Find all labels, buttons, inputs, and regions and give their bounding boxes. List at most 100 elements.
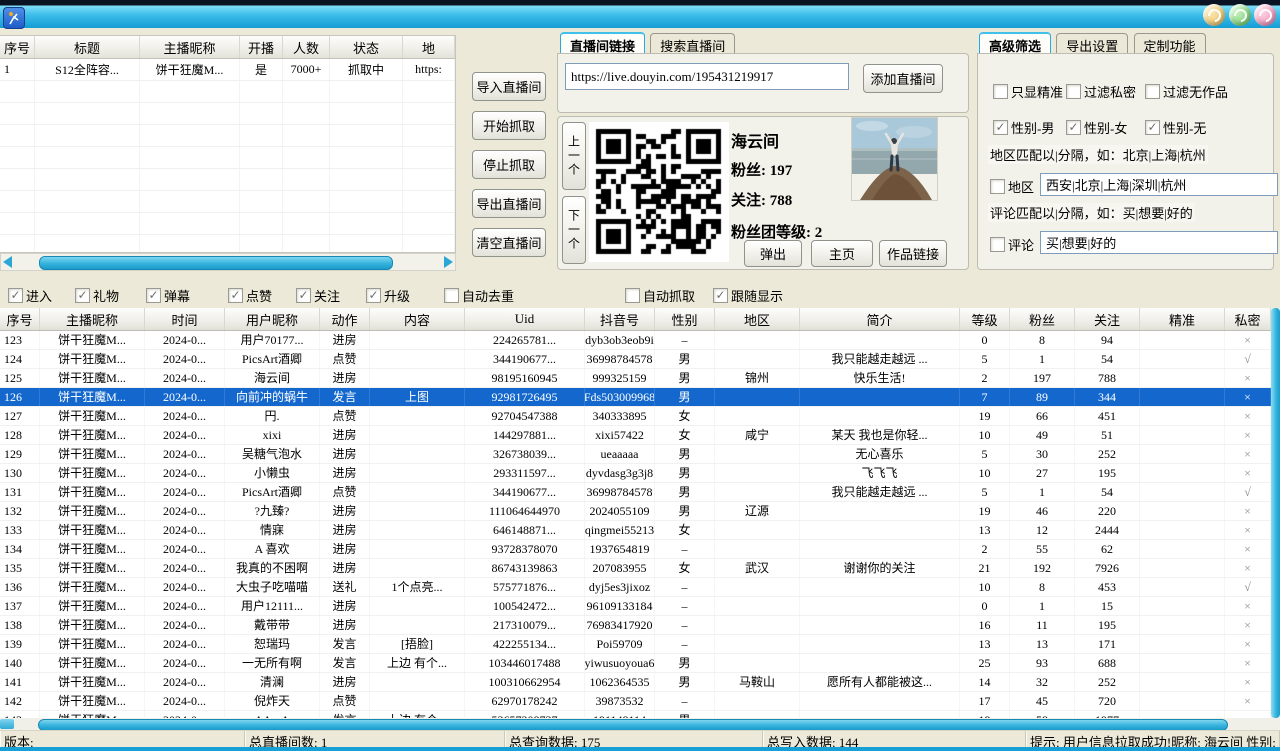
start-capture-button[interactable]: 开始抓取 xyxy=(472,111,546,140)
capture-column-header[interactable]: Uid xyxy=(465,308,585,330)
capture-table-row[interactable]: 140饼干狂魔M...2024-0...一无所有啊发言上边 有个...10344… xyxy=(0,654,1271,673)
capture-cell: √ xyxy=(1225,483,1271,501)
rooms-column-header[interactable]: 地 xyxy=(403,36,455,58)
checkbox-enter[interactable]: 进入 xyxy=(8,286,52,305)
rooms-empty-row xyxy=(0,213,455,235)
capture-column-header[interactable]: 精准 xyxy=(1140,308,1225,330)
qr-code xyxy=(589,122,729,262)
capture-column-header[interactable]: 主播昵称 xyxy=(40,308,145,330)
prev-button[interactable]: 上一个 xyxy=(562,122,586,190)
rooms-column-header[interactable]: 主播昵称 xyxy=(140,36,240,58)
vertical-scrollbar-thumb[interactable] xyxy=(1271,308,1280,718)
tab-export-settings[interactable]: 导出设置 xyxy=(1056,33,1128,55)
capture-table-row[interactable]: 135饼干狂魔M...2024-0...我真的不困啊进房867431398632… xyxy=(0,559,1271,578)
add-room-button[interactable]: 添加直播间 xyxy=(863,64,943,93)
room-url-input[interactable] xyxy=(565,63,849,90)
capture-table-row[interactable]: 138饼干狂魔M...2024-0...戴带带进房217310079...769… xyxy=(0,616,1271,635)
capture-cell: 辽源 xyxy=(715,502,800,520)
capture-column-header[interactable]: 时间 xyxy=(145,308,225,330)
capture-cell: 进房 xyxy=(320,540,370,558)
rooms-column-header[interactable]: 人数 xyxy=(283,36,330,58)
checkbox-gender-female[interactable]: 性别-女 xyxy=(1066,118,1127,137)
capture-table-row[interactable]: 137饼干狂魔M...2024-0...用户12111...进房10054247… xyxy=(0,597,1271,616)
popup-button[interactable]: 弹出 xyxy=(744,240,802,267)
checkbox-comment[interactable]: 评论 xyxy=(990,235,1034,254)
rooms-column-header[interactable]: 开播 xyxy=(240,36,283,58)
capture-column-header[interactable]: 内容 xyxy=(370,308,465,330)
capture-table-row[interactable]: 124饼干狂魔M...2024-0...PicsArt酒卿点赞344190677… xyxy=(0,350,1271,369)
capture-column-header[interactable]: 私密 xyxy=(1225,308,1271,330)
capture-column-header[interactable]: 用户昵称 xyxy=(225,308,320,330)
capture-cell: 207083955 xyxy=(585,559,655,577)
checkbox-filter-no-works[interactable]: 过滤无作品 xyxy=(1145,82,1228,101)
next-button[interactable]: 下一个 xyxy=(562,196,586,264)
scrollbar-stub[interactable] xyxy=(0,719,14,729)
checkbox-levelup[interactable]: 升级 xyxy=(366,286,410,305)
capture-column-header[interactable]: 简介 xyxy=(800,308,960,330)
capture-table-row[interactable]: 141饼干狂魔M...2024-0...清澜进房1003106629541062… xyxy=(0,673,1271,692)
tab-advanced-filter[interactable]: 高级筛选 xyxy=(979,32,1051,55)
capture-column-header[interactable]: 地区 xyxy=(715,308,800,330)
capture-cell xyxy=(370,597,465,615)
capture-column-header[interactable]: 动作 xyxy=(320,308,370,330)
rooms-column-header[interactable]: 标题 xyxy=(35,36,140,58)
checkbox-region[interactable]: 地区 xyxy=(990,177,1034,196)
capture-table-row[interactable]: 127饼干狂魔M...2024-0...円.点赞9270454738834033… xyxy=(0,407,1271,426)
capture-table-row[interactable]: 143饼干狂魔M...2024-0...AAssA发言上边 有个...53657… xyxy=(0,711,1271,718)
capture-column-header[interactable]: 性别 xyxy=(655,308,715,330)
capture-cell: 62970178242 xyxy=(465,692,585,710)
scroll-left-icon[interactable] xyxy=(3,256,12,268)
capture-column-header[interactable]: 等级 xyxy=(960,308,1010,330)
capture-cell: 马鞍山 xyxy=(715,673,800,691)
maximize-button[interactable] xyxy=(1229,4,1251,26)
capture-table-row[interactable]: 132饼干狂魔M...2024-0...?九臻?进房11106464497020… xyxy=(0,502,1271,521)
checkbox-gender-none[interactable]: 性别-无 xyxy=(1145,118,1206,137)
works-link-button[interactable]: 作品链接 xyxy=(879,240,947,267)
checkbox-dedup[interactable]: 自动去重 xyxy=(444,286,514,305)
capture-column-header[interactable]: 抖音号 xyxy=(585,308,655,330)
checkbox-gender-male[interactable]: 性别-男 xyxy=(993,118,1054,137)
capture-table-row[interactable]: 133饼干狂魔M...2024-0...情寐进房646148871...qing… xyxy=(0,521,1271,540)
capture-table-row[interactable]: 134饼干狂魔M...2024-0...A 喜欢进房93728378070193… xyxy=(0,540,1271,559)
minimize-button[interactable] xyxy=(1203,4,1225,26)
import-rooms-button[interactable]: 导入直播间 xyxy=(472,72,546,101)
capture-column-header[interactable]: 粉丝 xyxy=(1010,308,1075,330)
checkbox-autocapture[interactable]: 自动抓取 xyxy=(625,286,695,305)
tab-live-room-link[interactable]: 直播间链接 xyxy=(560,32,645,55)
rooms-column-header[interactable]: 状态 xyxy=(330,36,403,58)
checkbox-show-precise-only[interactable]: 只显精准 xyxy=(993,82,1063,101)
capture-column-header[interactable]: 序号 xyxy=(0,308,40,330)
checkbox-like[interactable]: 点赞 xyxy=(228,286,272,305)
capture-table-row[interactable]: 130饼干狂魔M...2024-0...小懒虫进房293311597...dyv… xyxy=(0,464,1271,483)
capture-cell: ueaaaaa xyxy=(585,445,655,463)
rooms-table-row[interactable]: 1S12全阵容...饼干狂魔M...是7000+抓取中https: xyxy=(0,59,455,81)
close-button[interactable] xyxy=(1254,4,1276,26)
scroll-right-icon[interactable] xyxy=(444,256,453,268)
capture-table-row[interactable]: 126饼干狂魔M...2024-0...向前冲的蜗牛发言上图9298172649… xyxy=(0,388,1271,407)
tab-custom-features[interactable]: 定制功能 xyxy=(1134,33,1206,55)
capture-table-row[interactable]: 131饼干狂魔M...2024-0...PicsArt酒卿点赞344190677… xyxy=(0,483,1271,502)
capture-table-row[interactable]: 136饼干狂魔M...2024-0...大虫子吃喵喵送礼1个点亮...57577… xyxy=(0,578,1271,597)
capture-table-row[interactable]: 125饼干狂魔M...2024-0...海云间进房981951609459993… xyxy=(0,369,1271,388)
clear-rooms-button[interactable]: 清空直播间 xyxy=(472,228,546,257)
export-rooms-button[interactable]: 导出直播间 xyxy=(472,189,546,218)
region-input[interactable] xyxy=(1040,173,1278,196)
capture-table-row[interactable]: 129饼干狂魔M...2024-0...吴糖气泡水进房326738039...u… xyxy=(0,445,1271,464)
capture-table-row[interactable]: 128饼干狂魔M...2024-0...xixi进房144297881...xi… xyxy=(0,426,1271,445)
capture-cell: 快乐生活! xyxy=(800,369,960,387)
stop-capture-button[interactable]: 停止抓取 xyxy=(472,150,546,179)
capture-column-header[interactable]: 关注 xyxy=(1075,308,1140,330)
checkbox-gift[interactable]: 礼物 xyxy=(75,286,119,305)
checkbox-followdisplay[interactable]: 跟随显示 xyxy=(713,286,783,305)
comment-input[interactable] xyxy=(1040,231,1278,254)
checkbox-follow[interactable]: 关注 xyxy=(296,286,340,305)
homepage-button[interactable]: 主页 xyxy=(811,240,873,267)
capture-table-row[interactable]: 123饼干狂魔M...2024-0...用户70177...进房22426578… xyxy=(0,331,1271,350)
checkbox-filter-private[interactable]: 过滤私密 xyxy=(1066,82,1136,101)
checkbox-danmaku[interactable]: 弹幕 xyxy=(146,286,190,305)
tab-search-live-room[interactable]: 搜索直播间 xyxy=(650,33,735,55)
rooms-column-header[interactable]: 序号 xyxy=(0,36,35,58)
capture-table-row[interactable]: 142饼干狂魔M...2024-0...倪炸天点赞629701782423987… xyxy=(0,692,1271,711)
rooms-scrollbar-thumb[interactable] xyxy=(39,256,393,270)
capture-table-row[interactable]: 139饼干狂魔M...2024-0...恕瑞玛发言[捂脸]422255134..… xyxy=(0,635,1271,654)
